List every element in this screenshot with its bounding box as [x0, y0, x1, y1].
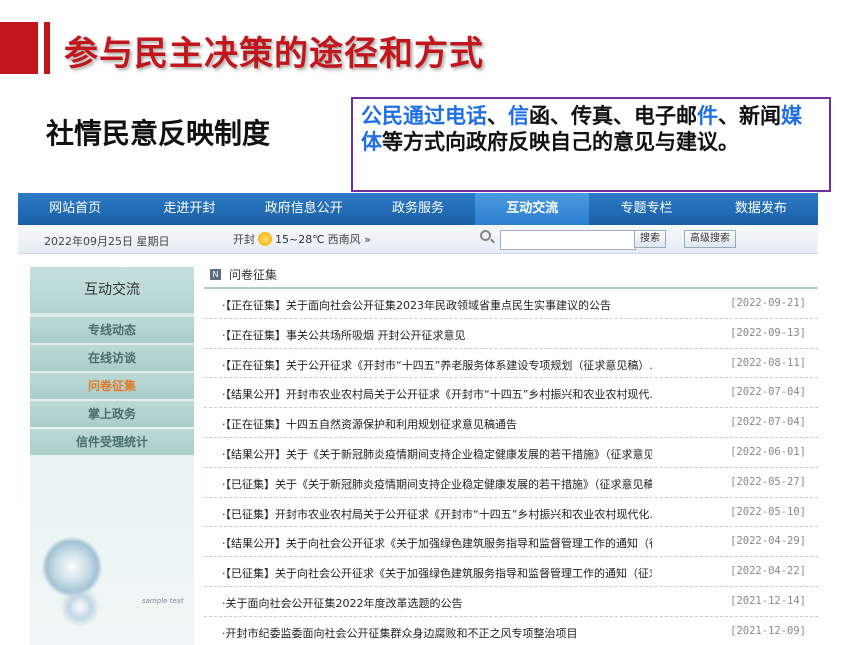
- advanced-search-button[interactable]: 高级搜索: [684, 230, 736, 248]
- list-item[interactable]: ·【已征集】开封市农业农村局关于公开征求《开封市“十四五”乡村振兴和农业农村现代…: [204, 498, 818, 528]
- list-item-date: [2022-04-29]: [730, 535, 806, 548]
- website-screenshot: 网站首页 走进开封 政府信息公开 政务服务 互动交流 专题专栏 数据发布 2022年09月2…: [18, 193, 818, 645]
- list-item-title[interactable]: ·【正在征集】事关公共场所吸烟 开封公开征求意见: [222, 327, 652, 343]
- sidebar-item[interactable]: 问卷征集: [30, 373, 194, 399]
- list-item-title[interactable]: ·开封市纪委监委面向社会公开征集群众身边腐败和不正之风专项整治项目: [222, 625, 652, 641]
- list-item-date: [2022-04-22]: [730, 565, 806, 578]
- list-item-title[interactable]: ·【正在征集】关于公开征求《开封市“十四五”养老服务体系建设专项规划（征求意见稿…: [222, 357, 652, 373]
- list-item[interactable]: ·【结果公开】开封市农业农村局关于公开征求《开封市“十四五”乡村振兴和农业农村现…: [204, 378, 818, 409]
- list-item-title[interactable]: ·【已征集】开封市农业农村局关于公开征求《开封市“十四五”乡村振兴和农业农村现代…: [222, 506, 652, 522]
- title-accent-line: [44, 22, 50, 74]
- list-item-date: [2022-07-04]: [730, 416, 806, 429]
- weather-temp: 15~28℃: [275, 232, 325, 246]
- title-accent-block: [0, 22, 38, 74]
- weather-widget: 开封 15~28℃ 西南风 »: [233, 231, 371, 247]
- site-nav: 网站首页 走进开封 政府信息公开 政务服务 互动交流 专题专栏 数据发布: [18, 193, 818, 225]
- slide-title-bar: 参与民主决策的途径和方式: [0, 22, 860, 80]
- list-item[interactable]: ·【正在征集】十四五自然资源保护和利用规划征求意见稿通告 [2022-07-04]: [204, 408, 818, 438]
- sidebar-item[interactable]: 信件受理统计: [30, 429, 194, 455]
- list-item-title[interactable]: ·【正在征集】十四五自然资源保护和利用规划征求意见稿通告: [222, 416, 652, 432]
- list-item-title[interactable]: ·【结果公开】关于向社会公开征求《关于加强绿色建筑服务指导和监督管理工作的通知（…: [222, 535, 652, 551]
- weather-wind[interactable]: 西南风 »: [328, 231, 371, 247]
- sun-icon: [258, 232, 272, 246]
- current-date: 2022年09月25日 星期日: [44, 235, 170, 248]
- callout-box: 公民通过电话、信函、传真、电子邮件、新闻媒体等方式向政府反映自己的意见与建议。: [351, 97, 831, 192]
- sidebar-title: 互动交流: [30, 267, 194, 313]
- search-icon: [480, 230, 491, 241]
- list-item-date: [2022-09-13]: [730, 326, 806, 339]
- list-item-title[interactable]: ·【结果公开】开封市农业农村局关于公开征求《开封市“十四五”乡村振兴和农业农村现…: [222, 386, 652, 402]
- nav-item[interactable]: 数据发布: [704, 193, 818, 225]
- list-item[interactable]: ·【正在征集】事关公共场所吸烟 开封公开征求意见 [2022-09-13]: [204, 319, 818, 349]
- list-item-date: [2022-05-10]: [730, 505, 806, 518]
- list-item[interactable]: ·【正在征集】关于公开征求《开封市“十四五”养老服务体系建设专项规划（征求意见稿…: [204, 349, 818, 379]
- list-item-title[interactable]: ·【正在征集】关于面向社会公开征集2023年民政领域省重点民生实事建议的公告: [222, 297, 652, 313]
- list-item-date: [2021-12-14]: [730, 594, 806, 607]
- callout-highlight: 件: [697, 104, 718, 128]
- notice-list: ·【正在征集】关于面向社会公开征集2023年民政领域省重点民生实事建议的公告 [2…: [204, 289, 818, 645]
- list-item-date: [2022-09-21]: [730, 297, 806, 309]
- nav-item[interactable]: 政府信息公开: [247, 193, 361, 225]
- main-content: N 问卷征集 ·【正在征集】关于面向社会公开征集2023年民政领域省重点民生实事…: [204, 261, 818, 645]
- list-item-title[interactable]: ·【结果公开】关于《关于新冠肺炎疫情期间支持企业稳定健康发展的若干措施》（征求意…: [222, 446, 652, 462]
- list-item[interactable]: ·开封市纪委监委面向社会公开征集群众身边腐败和不正之风专项整治项目 [2021-1…: [204, 617, 818, 645]
- section-icon: N: [210, 268, 221, 280]
- section-header: N 问卷征集: [204, 261, 818, 289]
- list-item-title[interactable]: ·关于面向社会公开征集2022年度改革选题的公告: [222, 595, 652, 611]
- section-title: 问卷征集: [229, 267, 278, 282]
- list-item-date: [2021-12-09]: [730, 624, 806, 637]
- sidebar-item[interactable]: 专线动态: [30, 317, 194, 343]
- callout-highlight: 信: [508, 104, 529, 128]
- list-item-title[interactable]: ·【已征集】关于《关于新冠肺炎疫情期间支持企业稳定健康发展的若干措施》（征求意见…: [222, 476, 652, 492]
- slide-heading: 社情民意反映制度: [46, 117, 271, 150]
- list-item-date: [2022-08-11]: [730, 356, 806, 369]
- callout-text: 函、传真、电子邮: [529, 104, 697, 128]
- callout-text: 等方式向政府反映自己的意见与建议。: [382, 130, 739, 154]
- nav-item[interactable]: 走进开封: [132, 193, 246, 225]
- nav-item[interactable]: 政务服务: [361, 193, 475, 225]
- info-bar: 2022年09月25日 星期日 开封 15~28℃ 西南风 » 搜索 高级搜索: [18, 225, 818, 254]
- callout-highlight: 公民通过电话: [361, 104, 487, 128]
- sidebar: 互动交流 专线动态 在线访谈 问卷征集 掌上政务 信件受理统计 sample text: [30, 267, 194, 645]
- weather-city: 开封: [233, 233, 255, 246]
- list-item[interactable]: ·【已征集】关于《关于新冠肺炎疫情期间支持企业稳定健康发展的若干措施》（征求意见…: [204, 468, 818, 498]
- callout-text: 、: [718, 104, 739, 128]
- sidebar-item[interactable]: 在线访谈: [30, 345, 194, 371]
- search-input[interactable]: [500, 230, 636, 250]
- nav-item[interactable]: 互动交流: [475, 193, 590, 225]
- sidebar-item[interactable]: 掌上政务: [30, 401, 194, 427]
- list-item[interactable]: ·【结果公开】关于向社会公开征求《关于加强绿色建筑服务指导和监督管理工作的通知（…: [204, 527, 818, 558]
- nav-item[interactable]: 网站首页: [18, 193, 132, 225]
- nav-item[interactable]: 专题专栏: [589, 193, 703, 225]
- list-item-title[interactable]: ·【已征集】关于向社会公开征求《关于加强绿色建筑服务指导和监督管理工作的通知（征…: [222, 565, 652, 581]
- list-item-date: [2022-07-04]: [730, 386, 806, 399]
- list-item-date: [2022-06-01]: [730, 445, 806, 458]
- list-item[interactable]: ·【正在征集】关于面向社会公开征集2023年民政领域省重点民生实事建议的公告 [2…: [204, 289, 818, 319]
- slide-title: 参与民主决策的途径和方式: [64, 34, 484, 74]
- search-button[interactable]: 搜索: [634, 230, 666, 248]
- callout-text: 新闻: [739, 104, 781, 128]
- callout-text: 、: [487, 104, 508, 128]
- flower-decoration-small: [60, 587, 100, 627]
- list-item-date: [2022-05-27]: [730, 475, 806, 488]
- list-item[interactable]: ·关于面向社会公开征集2022年度改革选题的公告 [2021-12-14]: [204, 587, 818, 617]
- sidebar-watermark: sample text: [142, 597, 184, 605]
- list-item[interactable]: ·【已征集】关于向社会公开征求《关于加强绿色建筑服务指导和监督管理工作的通知（征…: [204, 557, 818, 587]
- list-item[interactable]: ·【结果公开】关于《关于新冠肺炎疫情期间支持企业稳定健康发展的若干措施》（征求意…: [204, 438, 818, 468]
